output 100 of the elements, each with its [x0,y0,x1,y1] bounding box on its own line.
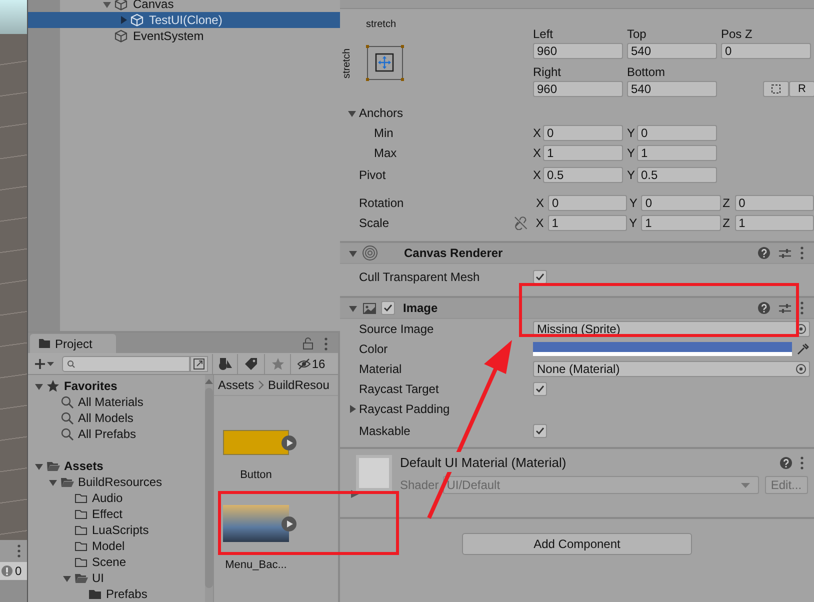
asset-tile[interactable]: Menu_Bac... [214,505,306,571]
field-label: Maskable [359,424,412,438]
kebab-menu-icon[interactable] [17,544,21,558]
number-field[interactable]: 1 [734,215,814,231]
raw-edit-button[interactable]: R [789,81,814,97]
number-field[interactable]: 0 [721,43,811,59]
foldout-arrow-icon[interactable] [102,0,112,9]
kebab-menu-icon[interactable] [800,246,804,260]
lock-icon[interactable] [302,337,314,350]
search-window-button[interactable] [190,356,208,372]
help-icon[interactable] [758,247,770,259]
scrollbar[interactable] [205,375,213,602]
hierarchy-item[interactable]: EventSystem [28,28,340,44]
foldout-arrow-icon[interactable] [118,15,128,25]
project-tree-item[interactable]: UI [28,570,205,586]
add-component-button[interactable]: Add Component [462,533,692,555]
checkbox[interactable] [533,382,547,396]
project-tree-item[interactable]: Prefabs [28,586,205,602]
kebab-menu-icon[interactable] [324,336,328,350]
search-field[interactable] [62,356,190,372]
component-header[interactable]: Canvas Renderer [340,241,814,264]
foldout-arrow-icon[interactable] [347,108,357,118]
number-field[interactable]: 0 [734,195,814,211]
target-icon[interactable] [795,363,807,375]
project-tree-item[interactable]: All Models [28,410,205,426]
sliders-icon[interactable] [778,246,792,260]
checkbox[interactable] [533,270,547,284]
foldout-arrow-icon[interactable] [34,381,44,391]
foldout-arrow-icon[interactable] [34,461,44,471]
photo-placeholder [223,505,289,542]
search-icon [60,395,74,409]
project-tree-item[interactable]: Assets [28,458,205,474]
sliders-icon[interactable] [778,302,792,314]
shapes-icon [218,356,232,370]
project-tree-item[interactable]: Audio [28,490,205,506]
help-icon[interactable] [758,302,770,314]
help-icon[interactable] [780,456,792,468]
axis-label: X [536,216,545,230]
number-field[interactable]: 1 [641,215,721,231]
hidden-packages-button[interactable]: 16 [290,354,331,374]
eye-slash-icon [296,356,311,370]
shader-label: Shader [400,478,439,492]
number-field[interactable]: 1 [548,215,628,231]
link-off-icon[interactable] [514,216,528,230]
kebab-menu-icon[interactable] [800,456,804,470]
component-header[interactable]: Image [340,296,814,319]
number-field[interactable]: 540 [627,43,717,59]
foldout-arrow-icon[interactable] [348,248,358,258]
foldout-arrow-icon[interactable] [48,477,58,487]
number-field[interactable]: 0 [543,125,623,141]
project-tree-item[interactable]: All Materials [28,394,205,410]
number-field[interactable]: 1 [637,145,717,161]
foldout-arrow-icon[interactable] [347,404,357,414]
checkbox[interactable] [381,301,395,315]
target-circles-icon [362,245,378,261]
folder-icon [74,555,88,569]
number-field[interactable]: 0 [641,195,721,211]
checkbox[interactable] [533,424,547,438]
field-label: Rotation [359,196,405,210]
project-tree-item[interactable]: BuildResources [28,474,205,490]
project-tree-item[interactable]: LuaScripts [28,522,205,538]
kebab-menu-icon[interactable] [800,301,804,315]
project-tree-item[interactable]: Model [28,538,205,554]
foldout-arrow-icon[interactable] [348,303,358,313]
anchor-preset-button[interactable] [366,45,404,81]
object-field[interactable]: None (Material) [533,361,810,377]
blueprint-mode-button[interactable] [763,81,789,97]
project-tree-item[interactable]: Favorites [28,378,205,394]
asset-tile[interactable]: Button [214,430,306,481]
field-label: Raycast Target [359,382,440,396]
field-label: Bottom [627,64,666,79]
number-field[interactable]: 0 [637,125,717,141]
foldout-arrow-icon[interactable] [62,573,72,583]
project-tree-item[interactable]: All Prefabs [28,426,205,442]
field-label: Scale [359,216,390,230]
number-field[interactable]: 1 [543,145,623,161]
breadcrumb-item[interactable]: BuildResou [268,378,330,392]
number-field[interactable]: 540 [627,81,717,97]
breadcrumb-item[interactable]: Assets [218,378,254,392]
project-tab[interactable]: Project [30,334,116,353]
hierarchy-item[interactable]: TestUI(Clone) [28,12,340,28]
foldout-label[interactable]: Raycast Padding [359,402,450,416]
caret-icon [47,362,54,366]
scene-sky-view [0,0,27,34]
play-icon [281,516,297,532]
number-field[interactable]: 960 [533,81,623,97]
number-field[interactable]: 0 [548,195,628,211]
number-field[interactable]: 0.5 [637,167,717,183]
axis-label: X [533,146,542,160]
color-field[interactable] [533,342,792,356]
axis-label: X [533,168,542,182]
number-field[interactable]: 960 [533,43,623,59]
checkmark-icon [534,425,546,437]
field-label: Max [374,146,398,160]
number-field[interactable]: 0.5 [543,167,623,183]
eyedropper-icon[interactable] [796,342,810,356]
project-tree-item[interactable]: Effect [28,506,205,522]
foldout-arrow-icon[interactable] [350,489,360,499]
scroll-up-icon[interactable] [205,379,213,384]
project-tree-item[interactable]: Scene [28,554,205,570]
